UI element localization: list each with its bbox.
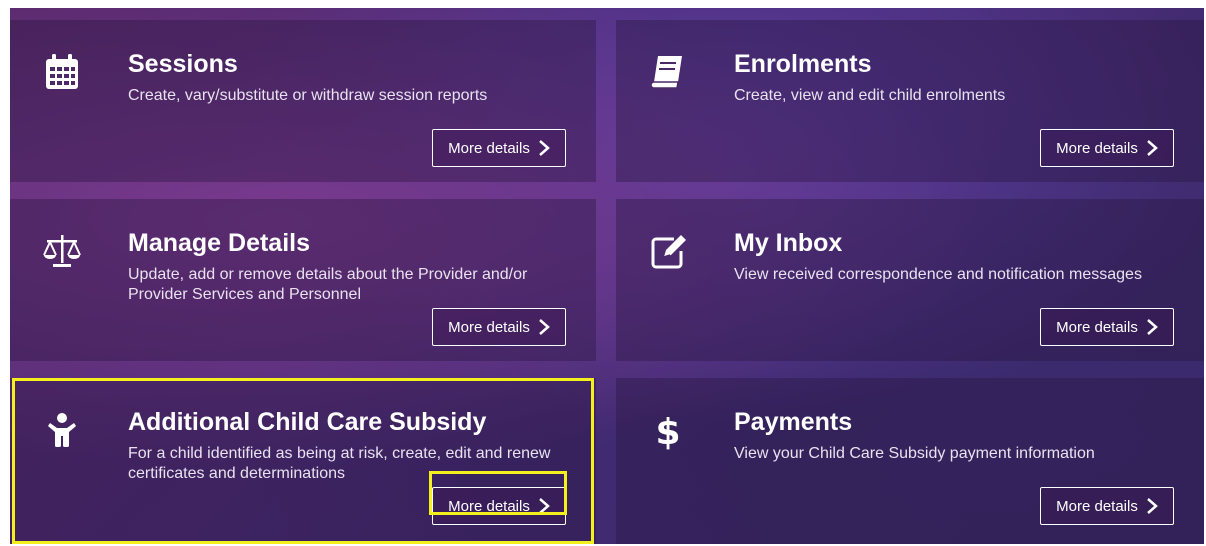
- additional-child-care-subsidy-more-details-button[interactable]: More details: [432, 487, 566, 525]
- tile-sessions: Sessions Create, vary/substitute or with…: [10, 20, 596, 182]
- button-label: More details: [448, 318, 530, 336]
- tile-my-inbox: My Inbox View received correspondence an…: [616, 199, 1204, 361]
- enrolments-more-details-button[interactable]: More details: [1040, 129, 1174, 167]
- tile-title: Sessions: [128, 50, 238, 78]
- child-icon: [40, 408, 84, 452]
- tile-description: View your Child Care Subsidy payment inf…: [734, 445, 1095, 462]
- button-label: More details: [1056, 139, 1138, 157]
- scales-icon: [40, 229, 84, 273]
- tile-description: Create, vary/substitute or withdraw sess…: [128, 87, 488, 104]
- tile-description: For a child identified as being at risk,…: [128, 445, 551, 482]
- book-icon: [646, 50, 690, 94]
- tile-title: Manage Details: [128, 229, 311, 257]
- calendar-icon: [40, 50, 84, 94]
- button-label: More details: [1056, 318, 1138, 336]
- chevron-right-icon: [1147, 140, 1158, 156]
- sessions-more-details-button[interactable]: More details: [432, 129, 566, 167]
- tile-description: Create, view and edit child enrolments: [734, 87, 1006, 104]
- tile-title: Enrolments: [734, 50, 872, 78]
- chevron-right-icon: [1147, 319, 1158, 335]
- chevron-right-icon: [539, 140, 550, 156]
- button-label: More details: [448, 139, 530, 157]
- chevron-right-icon: [539, 319, 550, 335]
- button-label: More details: [1056, 497, 1138, 515]
- edit-icon: [646, 229, 690, 273]
- tile-description: Update, add or remove details about the …: [128, 266, 528, 303]
- button-label: More details: [448, 497, 530, 515]
- dollar-icon: $: [646, 408, 690, 452]
- chevron-right-icon: [1147, 498, 1158, 514]
- tile-title: Additional Child Care Subsidy: [128, 408, 487, 436]
- tile-manage-details: Manage Details Update, add or remove det…: [10, 199, 596, 361]
- payments-more-details-button[interactable]: More details: [1040, 487, 1174, 525]
- dashboard-grid: Sessions Create, vary/substitute or with…: [10, 8, 1204, 544]
- svg-text:$: $: [655, 412, 680, 450]
- tile-enrolments: Enrolments Create, view and edit child e…: [616, 20, 1204, 182]
- manage-details-more-details-button[interactable]: More details: [432, 308, 566, 346]
- chevron-right-icon: [539, 498, 550, 514]
- tile-additional-child-care-subsidy: Additional Child Care Subsidy For a chil…: [10, 378, 596, 544]
- tile-title: Payments: [734, 408, 853, 436]
- tile-payments: $ Payments View your Child Care Subsidy …: [616, 378, 1204, 544]
- my-inbox-more-details-button[interactable]: More details: [1040, 308, 1174, 346]
- tile-description: View received correspondence and notific…: [734, 266, 1142, 283]
- tile-title: My Inbox: [734, 229, 843, 257]
